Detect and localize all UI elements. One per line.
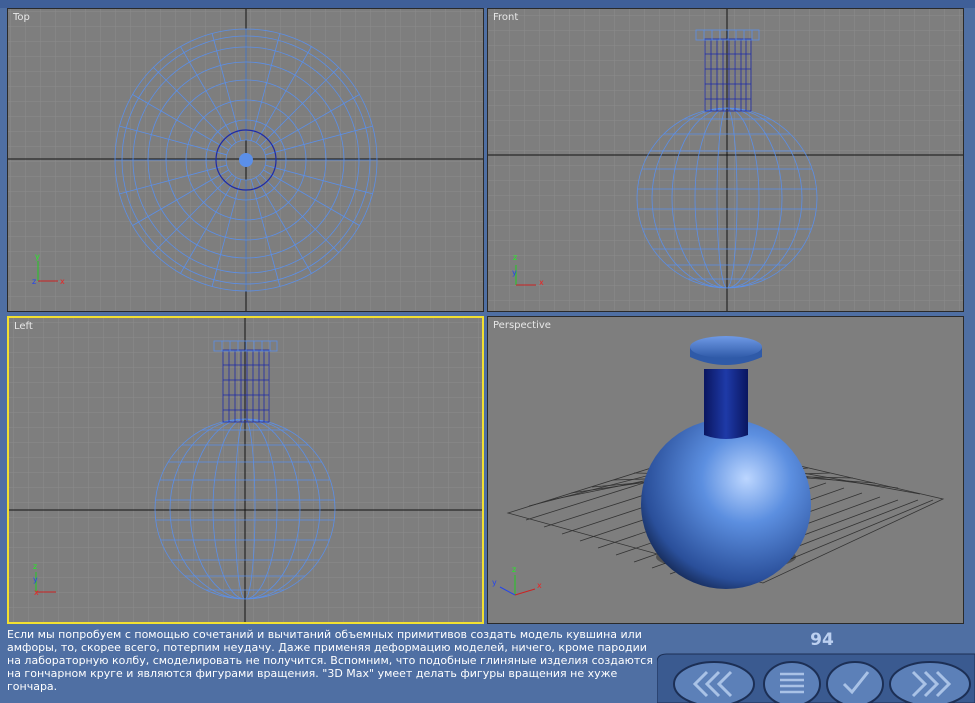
perspective-view-canvas: z y x xyxy=(492,336,945,596)
check-button[interactable] xyxy=(822,652,888,703)
title-bar-strip xyxy=(0,0,975,8)
flask-cap-rendered xyxy=(690,336,762,358)
svg-text:x: x xyxy=(34,588,39,597)
page-number: 94 xyxy=(810,630,834,650)
svg-text:x: x xyxy=(60,277,65,286)
svg-text:x: x xyxy=(539,278,544,287)
viewport-left[interactable]: z y x Left xyxy=(7,316,484,624)
front-view-canvas: z x y xyxy=(488,9,963,311)
flask-neck-rendered xyxy=(704,369,748,439)
navigation-bar xyxy=(657,652,975,703)
viewport-label-perspective: Perspective xyxy=(493,320,551,331)
contents-button[interactable] xyxy=(759,652,825,703)
svg-text:y: y xyxy=(492,578,497,587)
flask-body-rendered xyxy=(641,419,811,589)
viewport-front[interactable]: z x y Front xyxy=(487,8,964,312)
svg-text:y: y xyxy=(33,575,38,584)
svg-text:y: y xyxy=(512,268,517,277)
svg-text:z: z xyxy=(32,277,36,286)
viewport-top[interactable]: y x z Top xyxy=(7,8,484,312)
next-page-button[interactable] xyxy=(885,652,975,703)
prev-page-button[interactable] xyxy=(669,652,759,703)
viewport-label-left: Left xyxy=(14,321,33,332)
top-view-canvas: y x z xyxy=(8,9,483,311)
axis-tripod: z y x xyxy=(492,565,542,596)
svg-text:x: x xyxy=(537,581,542,590)
description-text: Если мы попробуем с помощью сочетаний и … xyxy=(7,628,653,693)
svg-text:z: z xyxy=(512,565,516,574)
viewport-label-top: Top xyxy=(13,12,30,23)
svg-text:y: y xyxy=(35,252,40,261)
svg-text:z: z xyxy=(513,253,517,262)
viewport-perspective[interactable]: z y x Perspective xyxy=(487,316,964,624)
svg-text:z: z xyxy=(33,562,37,571)
viewport-label-front: Front xyxy=(493,12,519,23)
left-view-canvas: z y x xyxy=(9,318,482,622)
